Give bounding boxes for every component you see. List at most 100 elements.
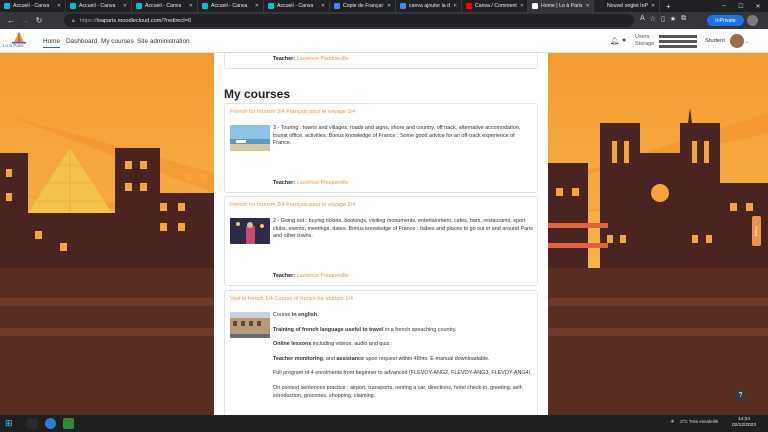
- browser-tab[interactable]: Accueil - Canva ✕: [264, 0, 330, 12]
- forward-icon[interactable]: →: [18, 16, 32, 25]
- browser-tab[interactable]: Copie de Françai: ✕: [330, 0, 396, 12]
- desc-paragraph: Full program of 4 enrolments from beginn…: [273, 370, 532, 377]
- read-aloud-icon[interactable]: A: [640, 15, 645, 23]
- close-window-icon[interactable]: ✕: [750, 0, 766, 12]
- browser-tab[interactable]: Nouvel onglet InP ✕: [594, 0, 660, 12]
- task-view-icon[interactable]: [27, 418, 38, 429]
- section-title: My courses: [224, 87, 291, 101]
- teacher-line: Teacher: Laurence Pouqueville: [273, 56, 348, 62]
- messages-icon[interactable]: ●: [622, 37, 626, 44]
- tab-favicon-icon: [334, 3, 340, 9]
- favorite-star-icon[interactable]: ☆: [650, 15, 656, 23]
- course-description: 2 - Going out : buying tickets, bookings…: [273, 218, 533, 240]
- tab-list: Accueil - Canva ✕ Accueil - Canva ✕ Accueil …: [0, 0, 660, 12]
- tab-close-icon[interactable]: ✕: [123, 3, 127, 9]
- desc-bold: in english: [291, 312, 318, 318]
- users-label: Users: [635, 34, 650, 40]
- desc-bold: Training of french language useful to tr…: [273, 326, 384, 333]
- browser-tab[interactable]: Accueil - Canva ✕: [0, 0, 66, 12]
- course-thumbnail[interactable]: [230, 218, 270, 244]
- inprivate-button[interactable]: InPrivate: [707, 15, 744, 26]
- teacher-line: Teacher: Laurence Pouqueville: [273, 273, 348, 279]
- tab-favicon-icon: [268, 3, 274, 9]
- desc-paragraph: On context sentences practice : airport,…: [273, 384, 523, 399]
- address-toolbar: ← → ↻ 🔒︎ https://loaparis.moodlecloud.co…: [0, 12, 768, 29]
- minimize-icon[interactable]: –: [716, 0, 732, 12]
- browser-tab[interactable]: canva ajouter la d ✕: [396, 0, 462, 12]
- back-icon[interactable]: ←: [4, 16, 18, 25]
- site-logo[interactable]: [4, 31, 34, 51]
- nav-dashboard[interactable]: Dashboard: [66, 38, 97, 45]
- notification-bell-icon[interactable]: 🔔︎: [610, 37, 619, 45]
- tab-close-icon[interactable]: ✕: [453, 3, 457, 9]
- favorites-icon[interactable]: ★: [670, 15, 676, 23]
- clock-date: 02/12/2023: [732, 423, 757, 428]
- browser-tab[interactable]: Accueil - Canva ✕: [198, 0, 264, 12]
- course-thumbnail[interactable]: [230, 125, 270, 151]
- browser-tab-bar: Accueil - Canva ✕ Accueil - Canva ✕ Accueil …: [0, 0, 768, 12]
- desc-text: .: [317, 312, 319, 318]
- excel-icon[interactable]: [63, 418, 74, 429]
- course-thumbnail[interactable]: [230, 312, 270, 338]
- browser-tab[interactable]: Canva / Comment ✕: [462, 0, 528, 12]
- split-screen-icon[interactable]: ▯: [661, 15, 665, 23]
- weather-text[interactable]: 3°C Très ensoleillé: [680, 419, 718, 424]
- tab-close-icon[interactable]: ✕: [651, 3, 655, 9]
- maximize-icon[interactable]: ☐: [733, 0, 749, 12]
- tab-label: Accueil - Canva: [79, 3, 116, 9]
- system-clock[interactable]: 14:24 02/12/2023: [732, 417, 756, 429]
- desc-text: including videos, audio and quiz.: [311, 341, 391, 348]
- nav-site-administration[interactable]: Site administration: [137, 38, 190, 45]
- url-field[interactable]: 🔒︎ https://loaparis.moodlecloud.com/?red…: [64, 14, 634, 27]
- edge-browser-icon[interactable]: [45, 418, 56, 429]
- tab-label: Accueil - Canva: [211, 3, 248, 9]
- side-portal-tab[interactable]: Portal: [752, 216, 761, 246]
- tab-close-icon[interactable]: ✕: [57, 3, 61, 9]
- browser-profile-avatar[interactable]: [747, 15, 758, 26]
- tab-favicon-icon: [70, 3, 76, 9]
- teacher-name-link[interactable]: Laurence Pouqueville: [297, 180, 349, 186]
- url-text: loaparis.moodlecloud.com/?redirect=0: [96, 17, 192, 24]
- user-menu-chevron-icon[interactable]: ⌄: [745, 39, 749, 45]
- tab-close-icon[interactable]: ✕: [321, 3, 325, 9]
- browser-tab[interactable]: Accueil - Canva ✕: [132, 0, 198, 12]
- tab-close-icon[interactable]: ✕: [255, 3, 259, 9]
- windows-start-icon[interactable]: ⊞: [5, 418, 16, 429]
- logo-text: Lo à Paris: [3, 43, 24, 48]
- tab-close-icon[interactable]: ✕: [387, 3, 391, 9]
- tab-favicon-icon: [4, 3, 10, 9]
- course-card: French for tourism 2/4 Français pour le …: [224, 196, 538, 286]
- nav-my-courses[interactable]: My courses: [101, 38, 134, 45]
- weather-icon[interactable]: ☀: [670, 419, 675, 425]
- os-taskbar: ⊞ ☀ 3°C Très ensoleillé 14:24 02/12/2023: [0, 415, 768, 432]
- tab-label: Nouvel onglet InP: [607, 3, 648, 9]
- browser-tab[interactable]: Accueil - Canva ✕: [66, 0, 132, 12]
- tab-label: Accueil - Canva: [145, 3, 182, 9]
- help-button[interactable]: ?: [734, 389, 747, 402]
- tab-favicon-icon: [136, 3, 142, 9]
- teacher-name-link[interactable]: Laurence Pouqueville: [297, 273, 349, 279]
- storage-label: Storage: [635, 41, 655, 47]
- collections-icon[interactable]: ⧉: [681, 15, 686, 23]
- user-avatar[interactable]: [730, 34, 744, 48]
- tab-label: Home | Lo à Paris: [541, 3, 583, 9]
- tab-close-icon[interactable]: ✕: [189, 3, 193, 9]
- site-navbar: Lo à Paris Home Dashboard My courses Sit…: [0, 29, 768, 53]
- teacher-label: Teacher:: [273, 56, 296, 62]
- users-usage-bar-2: [659, 40, 697, 43]
- tab-favicon-icon: [532, 3, 538, 9]
- tab-close-icon[interactable]: ✕: [585, 3, 589, 9]
- course-title-link[interactable]: French for tourism 2/4 Français pour le …: [230, 202, 355, 208]
- course-title-link[interactable]: Visit in french 1/4 Course of french for…: [230, 296, 353, 302]
- new-tab-icon[interactable]: +: [666, 2, 671, 11]
- teacher-name-link[interactable]: Laurence Pouqueville: [297, 56, 349, 62]
- nav-home[interactable]: Home: [43, 38, 61, 48]
- course-title-link[interactable]: French for tourism 3/4 Français pour le …: [230, 109, 355, 115]
- reload-icon[interactable]: ↻: [32, 16, 46, 25]
- tab-close-icon[interactable]: ✕: [520, 3, 524, 9]
- desc-text: , and: [322, 355, 337, 362]
- browser-tab[interactable]: Home | Lo à Paris ✕: [528, 0, 594, 12]
- url-prefix: https://: [79, 17, 97, 24]
- teacher-label: Teacher:: [273, 180, 296, 186]
- user-role-label: Student: [705, 38, 725, 44]
